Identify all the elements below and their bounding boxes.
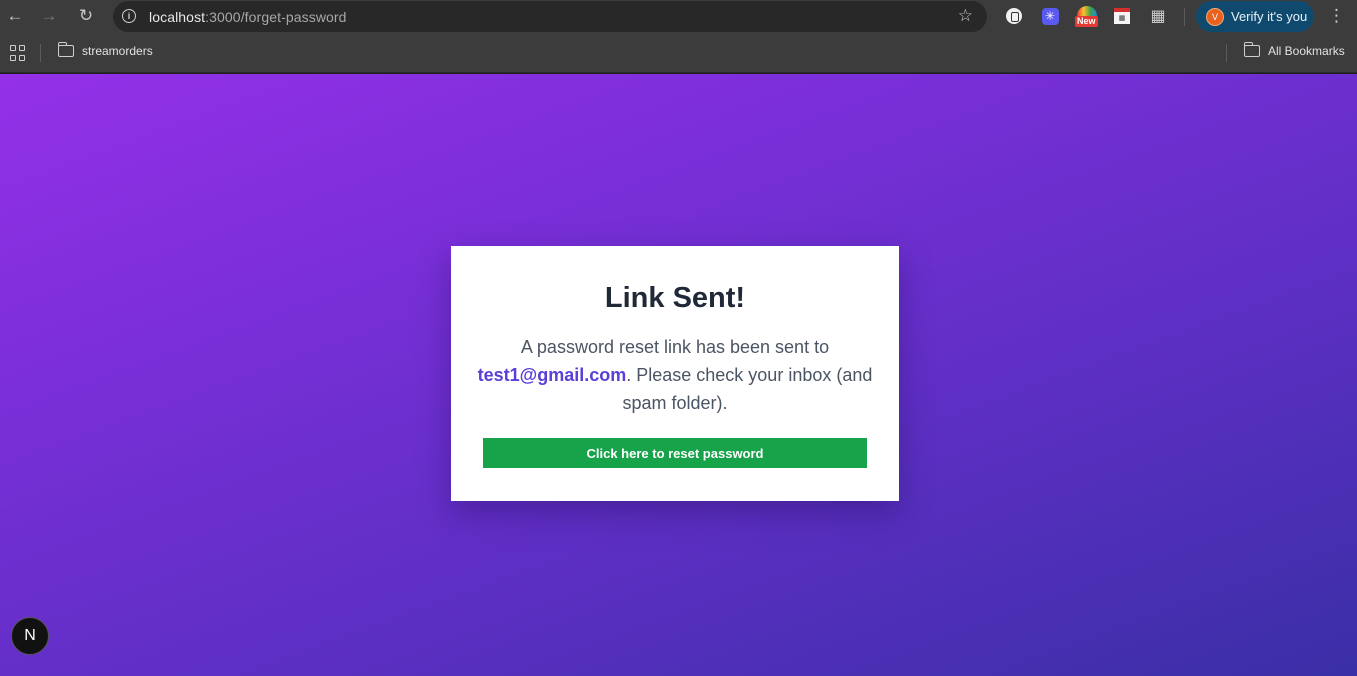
address-bar[interactable]: i localhost:3000/forget-password ☆: [113, 1, 987, 32]
extension-rainbow-icon[interactable]: New: [1075, 6, 1099, 27]
extension-new-badge: New: [1075, 16, 1098, 27]
message-prefix: A password reset link has been sent to: [520, 337, 830, 357]
menu-kebab-icon[interactable]: ⋮: [1328, 6, 1345, 26]
apps-grid-icon[interactable]: [10, 45, 26, 61]
bookmark-folder-streamorders[interactable]: streamorders: [57, 42, 153, 58]
confirmation-message: A password reset link has been sent to t…: [475, 333, 875, 417]
extension-calendar-icon[interactable]: ▦: [1112, 6, 1132, 26]
extensions-puzzle-icon[interactable]: ▦: [1148, 6, 1168, 26]
avatar: V: [1206, 7, 1224, 26]
folder-icon: [57, 42, 74, 57]
all-bookmarks-label: All Bookmarks: [1268, 44, 1345, 58]
bookmark-label: streamorders: [82, 44, 153, 58]
page-background: Link Sent! A password reset link has bee…: [0, 74, 1357, 676]
bookmark-star-icon[interactable]: ☆: [958, 6, 973, 26]
extension-gear-icon[interactable]: ✳: [1040, 6, 1060, 26]
reset-password-button[interactable]: Click here to reset password: [483, 438, 867, 468]
all-bookmarks-button[interactable]: All Bookmarks: [1243, 42, 1345, 58]
link-sent-card: Link Sent! A password reset link has bee…: [451, 246, 899, 501]
page-title: Link Sent!: [604, 282, 746, 314]
toolbar-divider: [1184, 8, 1185, 26]
nextjs-dev-badge[interactable]: N: [11, 617, 49, 655]
extension-icon[interactable]: [1004, 6, 1024, 26]
bookmarks-divider: [40, 44, 41, 62]
message-suffix: . Please check your inbox (and spam fold…: [622, 365, 873, 413]
url-text[interactable]: localhost:3000/forget-password: [149, 9, 347, 25]
profile-verify-button[interactable]: V Verify it's you: [1196, 1, 1314, 32]
browser-toolbar: ← → ↻ i localhost:3000/forget-password ☆…: [0, 0, 1357, 34]
email-address: test1@gmail.com: [477, 365, 627, 385]
bookmarks-divider-right: [1226, 44, 1227, 62]
url-path: :3000/forget-password: [205, 9, 347, 25]
profile-verify-label: Verify it's you: [1231, 9, 1308, 24]
back-icon[interactable]: ←: [2, 3, 28, 29]
reload-icon[interactable]: ↻: [73, 3, 99, 29]
folder-icon: [1243, 42, 1260, 57]
site-info-icon[interactable]: i: [122, 9, 136, 23]
forward-icon[interactable]: →: [36, 3, 62, 29]
url-host: localhost: [149, 9, 206, 25]
bookmarks-bar: streamorders All Bookmarks: [0, 34, 1357, 73]
